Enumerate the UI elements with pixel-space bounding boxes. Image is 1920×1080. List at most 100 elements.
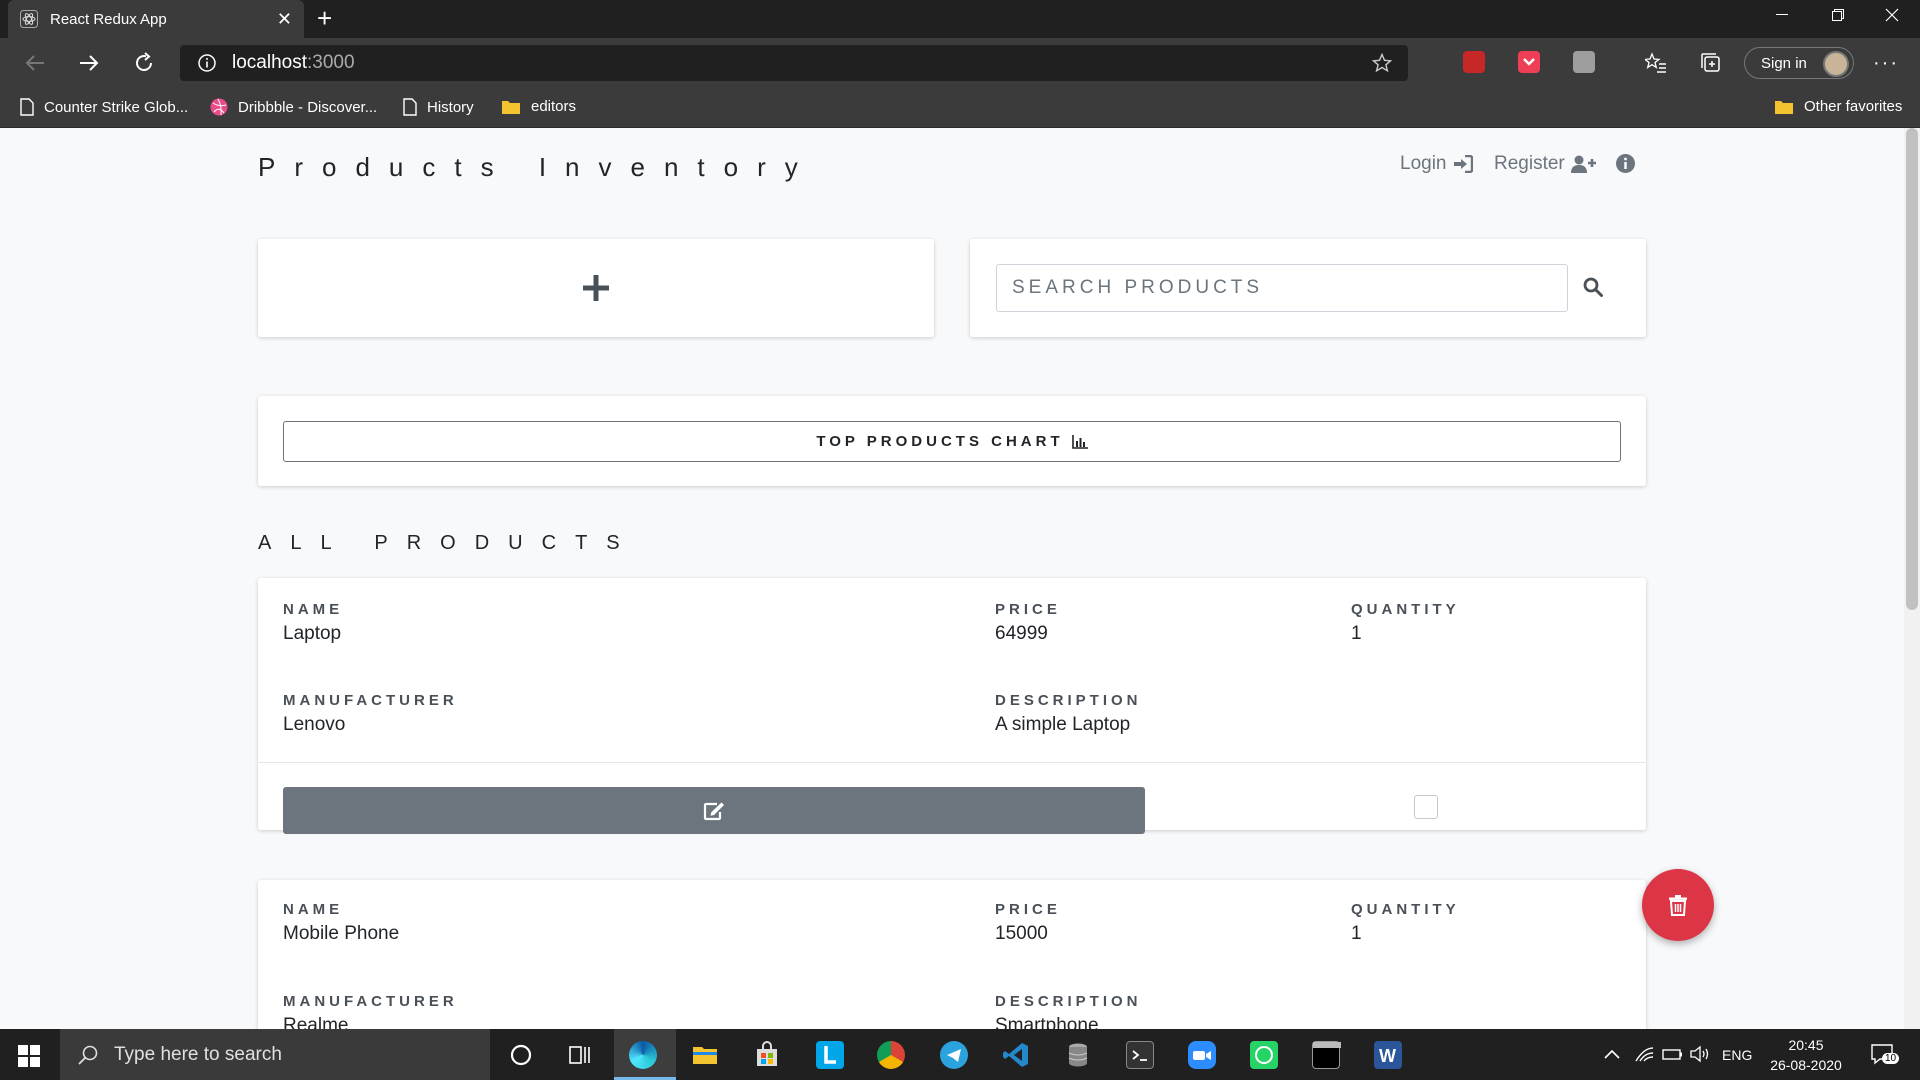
product-quantity-field: QUANTITY 1 bbox=[1351, 601, 1460, 645]
add-product-button[interactable] bbox=[258, 239, 934, 337]
page-icon bbox=[20, 98, 34, 116]
delete-selected-button[interactable] bbox=[1642, 869, 1714, 941]
minimize-icon[interactable] bbox=[1754, 0, 1810, 30]
tab-close-icon[interactable]: ✕ bbox=[277, 9, 292, 30]
product-quantity: 1 bbox=[1351, 923, 1362, 944]
page-icon bbox=[403, 98, 417, 116]
product-name: Mobile Phone bbox=[283, 923, 400, 944]
extension-red-icon[interactable] bbox=[1463, 51, 1485, 73]
info-circle-icon[interactable] bbox=[1616, 154, 1635, 173]
other-favorites[interactable]: Other favorites bbox=[1774, 98, 1902, 115]
field-label: NAME bbox=[283, 601, 344, 618]
user-plus-icon bbox=[1570, 155, 1597, 173]
register-link[interactable]: Register bbox=[1494, 153, 1597, 175]
product-manufacturer: Realme bbox=[283, 1015, 349, 1029]
task-view-icon[interactable] bbox=[566, 1041, 594, 1069]
page-title[interactable]: Products Inventory bbox=[258, 152, 817, 183]
edit-product-button[interactable] bbox=[283, 787, 1145, 834]
top-products-chart-button[interactable]: TOP PRODUCTS CHART bbox=[283, 421, 1621, 462]
terminal-icon[interactable] bbox=[1126, 1041, 1154, 1069]
refresh-icon[interactable] bbox=[131, 50, 157, 76]
chrome-icon[interactable] bbox=[877, 1041, 905, 1069]
zoom-icon[interactable] bbox=[1188, 1041, 1216, 1069]
avatar bbox=[1823, 51, 1849, 77]
sign-in-button[interactable]: Sign in bbox=[1744, 47, 1854, 79]
sign-in-icon bbox=[1453, 155, 1473, 173]
l-app-icon[interactable] bbox=[816, 1041, 844, 1069]
extension-gray-icon[interactable] bbox=[1573, 51, 1595, 73]
taskbar-search-box[interactable]: Type here to search bbox=[60, 1029, 490, 1080]
new-tab-icon[interactable]: + bbox=[317, 5, 332, 31]
bookmark-item[interactable]: editors bbox=[501, 98, 576, 115]
plus-icon bbox=[581, 273, 611, 303]
store-icon[interactable] bbox=[753, 1041, 781, 1069]
clock-time: 20:45 bbox=[1788, 1037, 1824, 1053]
field-label: PRICE bbox=[995, 901, 1061, 918]
chart-button-label: TOP PRODUCTS CHART bbox=[816, 433, 1064, 450]
info-icon[interactable] bbox=[198, 54, 216, 72]
page-content: Products Inventory Login Register TOP PR… bbox=[0, 128, 1904, 1029]
favorites-list-icon[interactable] bbox=[1643, 50, 1669, 76]
bookmark-label: Counter Strike Glob... bbox=[44, 98, 189, 116]
action-center-icon[interactable]: 10 bbox=[1870, 1043, 1900, 1065]
search-icon bbox=[78, 1045, 98, 1065]
favorite-star-icon[interactable] bbox=[1372, 53, 1392, 73]
pocket-extension-icon[interactable] bbox=[1518, 51, 1540, 73]
dribbble-icon bbox=[210, 98, 228, 116]
product-card: NAME Laptop PRICE 64999 QUANTITY 1 MANUF… bbox=[258, 578, 1646, 834]
product-name-field: NAME Mobile Phone bbox=[283, 901, 399, 945]
whatsapp-icon[interactable] bbox=[1250, 1041, 1278, 1069]
show-hidden-icons-icon[interactable] bbox=[1600, 1043, 1628, 1071]
field-label: DESCRIPTION bbox=[995, 692, 1142, 709]
window-close-icon[interactable] bbox=[1864, 0, 1920, 30]
command-prompt-icon[interactable] bbox=[1312, 1041, 1341, 1069]
search-input[interactable] bbox=[996, 264, 1568, 312]
language-indicator[interactable]: ENG bbox=[1722, 1029, 1752, 1080]
volume-icon[interactable] bbox=[1688, 1042, 1716, 1070]
field-label: DESCRIPTION bbox=[995, 993, 1142, 1010]
database-icon[interactable] bbox=[1064, 1041, 1092, 1069]
search-card bbox=[970, 239, 1646, 337]
folder-icon bbox=[501, 99, 521, 115]
page-scrollbar-thumb[interactable] bbox=[1906, 128, 1918, 610]
product-manufacturer: Lenovo bbox=[283, 714, 346, 735]
telegram-icon[interactable] bbox=[940, 1041, 968, 1069]
select-product-checkbox[interactable] bbox=[1414, 795, 1438, 819]
browser-tab[interactable]: React Redux App ✕ bbox=[8, 0, 304, 38]
edit-icon bbox=[703, 801, 725, 821]
windows-start-icon[interactable] bbox=[18, 1045, 40, 1067]
bookmarks-bar: Counter Strike Glob... Dribbble - Discov… bbox=[0, 88, 1920, 128]
windows-taskbar: Type here to search W ENG 20:45 26-08-20… bbox=[0, 1029, 1920, 1080]
wifi-icon[interactable] bbox=[1632, 1042, 1660, 1070]
section-title: ALL PRODUCTS bbox=[258, 532, 639, 554]
product-quantity-field: QUANTITY 1 bbox=[1351, 901, 1460, 945]
bookmark-label: editors bbox=[531, 98, 577, 115]
clock-date: 26-08-2020 bbox=[1770, 1057, 1842, 1073]
bookmark-item[interactable]: Dribbble - Discover... bbox=[210, 98, 377, 116]
restore-icon[interactable] bbox=[1810, 0, 1866, 30]
vscode-icon[interactable] bbox=[1002, 1041, 1030, 1069]
word-icon[interactable]: W bbox=[1374, 1041, 1402, 1069]
product-price-field: PRICE 64999 bbox=[995, 601, 1061, 645]
clock[interactable]: 20:45 26-08-2020 bbox=[1762, 1035, 1850, 1075]
login-link[interactable]: Login bbox=[1400, 153, 1473, 175]
bookmark-item[interactable]: History bbox=[403, 98, 474, 116]
file-explorer-icon[interactable] bbox=[691, 1041, 719, 1069]
search-icon[interactable] bbox=[1583, 277, 1603, 297]
url-host: localhost bbox=[232, 52, 307, 73]
bookmark-item[interactable]: Counter Strike Glob... bbox=[20, 98, 188, 116]
back-icon[interactable] bbox=[22, 50, 48, 76]
collections-icon[interactable] bbox=[1698, 50, 1724, 76]
battery-icon[interactable] bbox=[1660, 1042, 1688, 1070]
product-description-field: DESCRIPTION A simple Laptop bbox=[995, 692, 1142, 736]
divider bbox=[258, 762, 1646, 763]
product-description: A simple Laptop bbox=[995, 714, 1131, 735]
product-description-field: DESCRIPTION Smartphone bbox=[995, 993, 1142, 1029]
edge-browser-icon[interactable] bbox=[629, 1041, 657, 1069]
more-menu-icon[interactable]: ··· bbox=[1873, 52, 1899, 75]
field-label: NAME bbox=[283, 901, 344, 918]
address-bar[interactable]: localhost:3000 bbox=[180, 45, 1408, 81]
forward-icon[interactable] bbox=[76, 50, 102, 76]
chart-card: TOP PRODUCTS CHART bbox=[258, 396, 1646, 486]
cortana-icon[interactable] bbox=[507, 1041, 535, 1069]
